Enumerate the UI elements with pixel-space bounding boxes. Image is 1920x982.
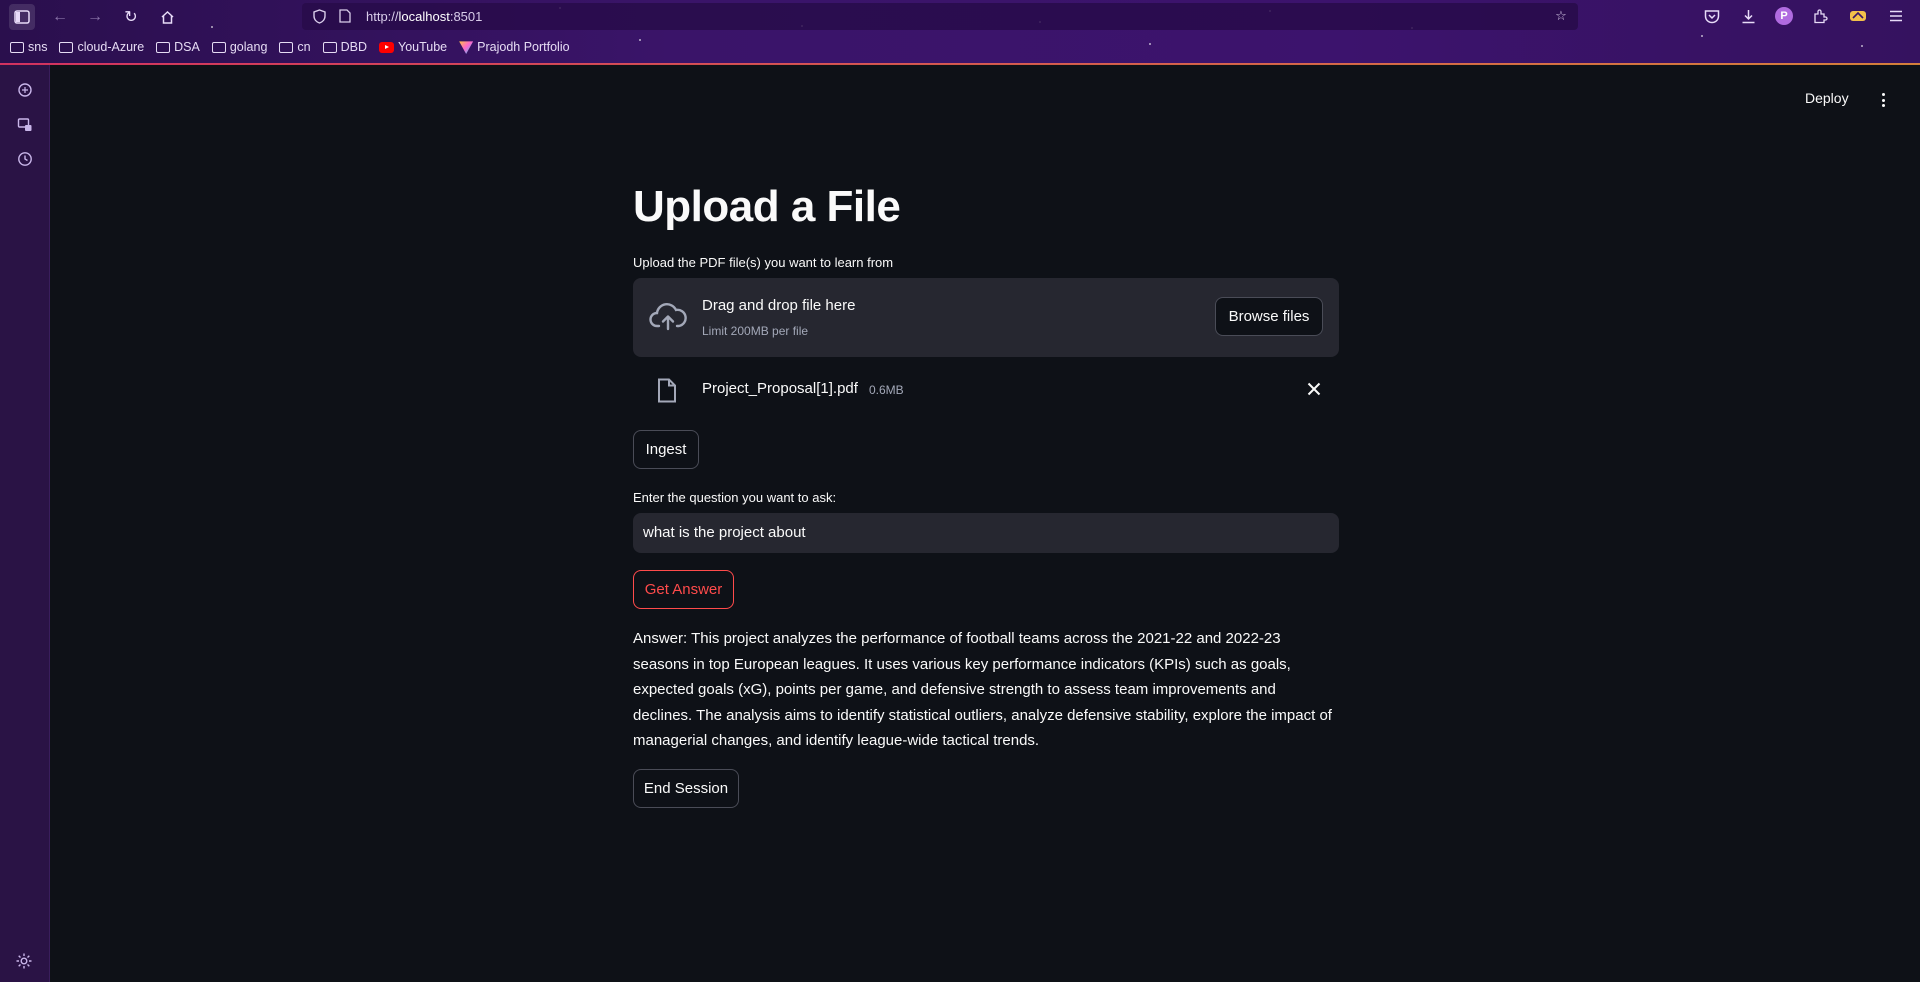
forward-icon[interactable]: →: [82, 4, 108, 30]
toolbar-divider: [0, 63, 1920, 65]
upload-label: Upload the PDF file(s) you want to learn…: [633, 255, 894, 270]
bookmark-cn[interactable]: cn: [279, 40, 311, 54]
portfolio-icon: [459, 41, 474, 54]
downloads-icon[interactable]: [1736, 4, 1760, 28]
home-icon[interactable]: [154, 4, 180, 30]
bookmark-sns[interactable]: sns: [10, 40, 47, 54]
youtube-icon: [379, 41, 395, 53]
answer-text: Answer: This project analyzes the perfor…: [633, 630, 1332, 750]
bookmark-star-icon[interactable]: ☆: [1552, 7, 1570, 25]
ingest-button[interactable]: Ingest: [633, 430, 699, 469]
remove-file-close-icon[interactable]: [1303, 378, 1325, 400]
question-input-value: what is the project about: [643, 524, 806, 541]
back-icon[interactable]: ←: [47, 4, 73, 30]
file-dropzone[interactable]: Drag and drop file here Limit 200MB per …: [633, 278, 1339, 357]
folder-icon: [322, 41, 337, 53]
folder-icon: [279, 41, 294, 53]
bookmark-golang[interactable]: golang: [211, 40, 267, 54]
bookmark-youtube[interactable]: YouTube: [379, 40, 447, 54]
uploaded-file-row: Project_Proposal[1].pdf 0.6MB: [633, 370, 1339, 408]
folder-icon: [10, 41, 24, 53]
bookmarks-bar: sns cloud-Azure DSA golang cn DBD YouTub…: [10, 40, 570, 54]
bookmark-cloud-azure[interactable]: cloud-Azure: [59, 40, 144, 54]
folder-icon: [156, 41, 171, 53]
url-bar[interactable]: http://localhost:8501 ☆: [302, 3, 1578, 30]
dropzone-title: Drag and drop file here: [702, 297, 856, 314]
file-icon: [658, 378, 676, 403]
extension-badge-icon[interactable]: [1846, 4, 1870, 28]
deploy-button[interactable]: Deploy: [1805, 90, 1849, 106]
folder-icon: [211, 41, 226, 53]
profile-initial: P: [1775, 7, 1793, 25]
bookmark-prajodh-portfolio[interactable]: Prajodh Portfolio: [459, 40, 570, 54]
sidebar-settings-gear-icon[interactable]: [15, 952, 35, 972]
main-menu-icon[interactable]: [1876, 88, 1890, 112]
upload-cloud-icon: [649, 303, 687, 331]
reload-icon[interactable]: ↻: [118, 4, 144, 30]
bookmark-dbd[interactable]: DBD: [322, 40, 367, 54]
ai-chat-icon[interactable]: [15, 80, 35, 100]
hamburger-menu-icon[interactable]: [1884, 4, 1908, 28]
get-answer-button[interactable]: Get Answer: [633, 570, 734, 609]
account-avatar[interactable]: P: [1772, 4, 1796, 28]
file-name: Project_Proposal[1].pdf: [702, 380, 858, 397]
extensions-icon[interactable]: [1808, 4, 1832, 28]
dropzone-limit: Limit 200MB per file: [702, 324, 809, 338]
url-text[interactable]: http://localhost:8501: [366, 9, 482, 24]
bookmark-dsa[interactable]: DSA: [156, 40, 200, 54]
question-label: Enter the question you want to ask:: [633, 490, 837, 505]
file-size: 0.6MB: [869, 383, 904, 397]
browse-files-button[interactable]: Browse files: [1215, 297, 1323, 336]
browser-sidebar: [0, 65, 50, 982]
question-input[interactable]: what is the project about: [633, 513, 1339, 553]
pocket-icon[interactable]: [1700, 4, 1724, 28]
history-icon[interactable]: [15, 149, 35, 169]
synced-tabs-icon[interactable]: [15, 115, 35, 135]
page-info-icon[interactable]: [336, 7, 354, 25]
end-session-button[interactable]: End Session: [633, 769, 739, 808]
folder-icon: [59, 41, 74, 53]
page-title: Upload a File: [633, 182, 901, 231]
sidebar-toggle-icon[interactable]: [9, 4, 35, 30]
shield-icon[interactable]: [310, 7, 328, 25]
browser-toolbar: ← → ↻ http://localhost:8501 ☆ P sns clou…: [0, 0, 1920, 64]
